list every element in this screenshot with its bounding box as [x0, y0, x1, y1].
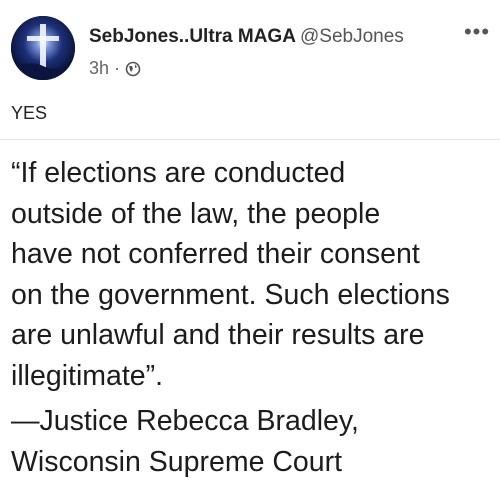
avatar[interactable] — [11, 16, 75, 80]
author-name[interactable]: SebJones..Ultra MAGA — [89, 26, 296, 48]
divider — [0, 139, 500, 140]
attribution-line: Wisconsin Supreme Court — [11, 446, 343, 478]
post-time[interactable]: 3h — [89, 58, 109, 79]
globe-icon — [125, 61, 141, 77]
meta-separator: · — [114, 58, 121, 78]
quote-attribution: —Justice Rebecca Bradley, Wisconsin Supr… — [11, 401, 496, 483]
post-header: SebJones..Ultra MAGA @SebJones ••• 3h · — [0, 0, 500, 96]
quote-text: “If elections are conducted outside of t… — [11, 153, 496, 396]
post-text: YES — [11, 103, 48, 123]
quote-line: have not conferred their consent — [11, 238, 420, 270]
quote-line: on the government. Such elections — [11, 278, 450, 311]
more-dots-icon: ••• — [463, 19, 491, 44]
attribution-line: —Justice Rebecca Bradley, — [11, 405, 359, 437]
post-meta: 3h · — [89, 58, 141, 79]
quote-line: “If elections are conducted — [11, 157, 346, 189]
more-options-button[interactable]: ••• — [460, 19, 494, 46]
avatar-cross-image — [11, 16, 75, 80]
quote-line: illegitimate”. — [11, 359, 164, 392]
author-handle[interactable]: @SebJones — [300, 26, 404, 48]
quote-line: are unlawful and their results are — [11, 319, 425, 351]
quote-line: outside of the law, the people — [11, 197, 381, 230]
